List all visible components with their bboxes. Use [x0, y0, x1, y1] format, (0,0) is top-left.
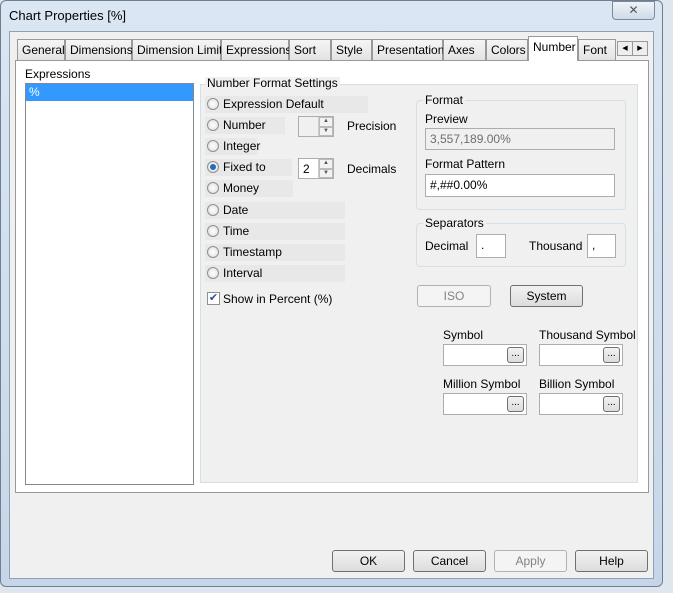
- million-symbol-browse-button[interactable]: ...: [507, 396, 524, 412]
- format-option-interval[interactable]: Interval: [205, 264, 345, 282]
- help-button[interactable]: Help: [575, 550, 648, 572]
- radio-icon[interactable]: [207, 182, 219, 195]
- billion-symbol-label: Billion Symbol: [539, 377, 615, 391]
- decimal-label: Decimal: [425, 239, 469, 253]
- symbol-symbol-browse-button[interactable]: ...: [507, 347, 524, 363]
- format-option-integer[interactable]: Integer: [205, 138, 260, 156]
- radio-icon[interactable]: [207, 266, 219, 279]
- system-button[interactable]: System: [510, 285, 583, 307]
- tab-sort[interactable]: Sort: [289, 39, 331, 60]
- format-option-time[interactable]: Time: [205, 222, 345, 240]
- window-title: Chart Properties [%]: [9, 8, 127, 23]
- radio-icon[interactable]: [207, 119, 219, 132]
- thousand-label: Thousand: [529, 239, 583, 253]
- tab-expressions[interactable]: Expressions: [221, 39, 291, 60]
- format-pattern-input[interactable]: #,##0.00%: [425, 174, 615, 197]
- decimal-separator-input[interactable]: .: [476, 234, 506, 258]
- expression-item[interactable]: %: [26, 84, 193, 101]
- billion-symbol-browse-button[interactable]: ...: [603, 396, 620, 412]
- tab-scroll-right-icon[interactable]: ▶: [632, 41, 648, 56]
- format-option-expression-default[interactable]: Expression Default: [205, 96, 368, 113]
- iso-button[interactable]: ISO: [417, 285, 491, 307]
- show-percent-checkbox[interactable]: ✔: [207, 292, 220, 305]
- tab-style[interactable]: Style: [331, 39, 372, 60]
- expressions-list[interactable]: [25, 83, 194, 485]
- expressions-label: Expressions: [25, 67, 91, 81]
- thousand-symbol-browse-button[interactable]: ...: [603, 347, 620, 363]
- tab-colors[interactable]: Colors: [486, 39, 528, 60]
- tab-general[interactable]: General: [17, 39, 65, 60]
- close-button[interactable]: ✕: [612, 1, 655, 20]
- preview-field: 3,557,189.00%: [425, 128, 615, 150]
- radio-icon[interactable]: [207, 245, 219, 258]
- show-percent-label: Show in Percent (%): [223, 292, 333, 306]
- symbol-symbol-label: Symbol: [443, 328, 484, 342]
- preview-label: Preview: [425, 112, 468, 126]
- format-label: Format: [423, 93, 466, 107]
- format-option-date[interactable]: Date: [205, 201, 345, 219]
- tab-axes[interactable]: Axes: [443, 39, 486, 60]
- tab-font[interactable]: Font: [578, 39, 616, 60]
- cancel-button[interactable]: Cancel: [413, 550, 486, 572]
- million-symbol-label: Million Symbol: [443, 377, 521, 391]
- precision-label: Precision: [347, 119, 397, 133]
- format-pattern-label: Format Pattern: [425, 157, 506, 171]
- radio-icon[interactable]: [207, 161, 219, 174]
- separators-label: Separators: [423, 216, 486, 230]
- tab-presentation[interactable]: Presentation: [372, 39, 444, 60]
- format-option-fixed-to[interactable]: Fixed to: [205, 159, 292, 177]
- tab-dimension-limits[interactable]: Dimension Limits: [132, 39, 228, 60]
- format-option-number[interactable]: Number: [205, 117, 285, 135]
- decimals-spinner[interactable]: ▲ ▼: [318, 159, 333, 178]
- radio-icon[interactable]: [207, 140, 219, 153]
- format-option-timestamp[interactable]: Timestamp: [205, 243, 345, 261]
- thousand-separator-input[interactable]: ,: [587, 234, 616, 258]
- radio-icon[interactable]: [207, 203, 219, 216]
- apply-button[interactable]: Apply: [494, 550, 567, 572]
- radio-icon[interactable]: [207, 98, 219, 110]
- tab-scroll-left-icon[interactable]: ◀: [617, 41, 633, 56]
- tab-number[interactable]: Number: [528, 36, 578, 61]
- thousand-symbol-label: Thousand Symbol: [539, 328, 636, 342]
- ok-button[interactable]: OK: [332, 550, 405, 572]
- number-format-label: Number Format Settings: [205, 76, 340, 90]
- tab-dimensions[interactable]: Dimensions: [65, 39, 133, 60]
- precision-spinner[interactable]: ▲ ▼: [318, 117, 333, 136]
- radio-icon[interactable]: [207, 224, 219, 237]
- decimals-label: Decimals: [347, 162, 397, 176]
- format-option-money[interactable]: Money: [205, 180, 293, 198]
